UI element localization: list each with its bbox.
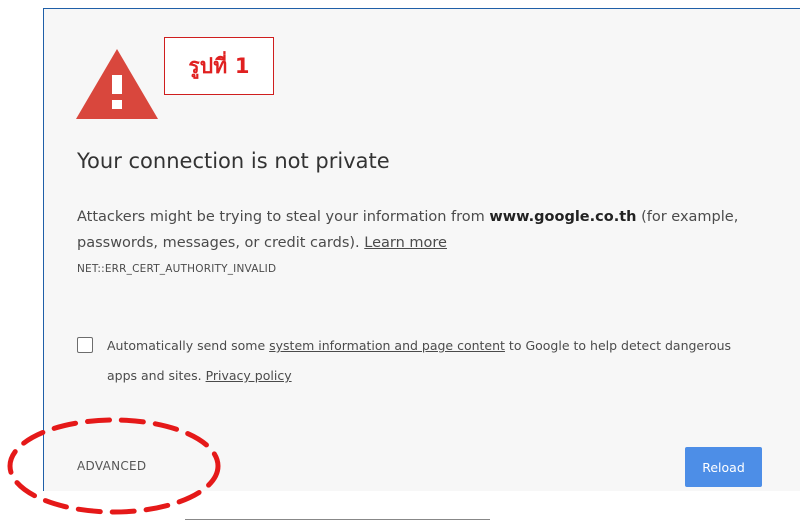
- page-title: Your connection is not private: [77, 149, 390, 173]
- reload-button[interactable]: Reload: [685, 447, 762, 487]
- interstitial-panel: รูปที่ 1 Your connection is not private …: [43, 8, 800, 491]
- learn-more-link[interactable]: Learn more: [364, 235, 447, 251]
- warning-triangle-icon: [76, 49, 158, 119]
- error-code: NET::ERR_CERT_AUTHORITY_INVALID: [77, 263, 277, 275]
- checkbox-prefix: Automatically send some: [107, 338, 270, 353]
- figure-label-box: รูปที่ 1: [164, 37, 274, 95]
- send-info-label: Automatically send some system informati…: [107, 331, 747, 391]
- description-prefix: Attackers might be trying to steal your …: [77, 209, 490, 225]
- error-description: Attackers might be trying to steal your …: [77, 204, 797, 256]
- host-name: www.google.co.th: [489, 209, 637, 225]
- figure-label: รูปที่ 1: [188, 53, 250, 78]
- system-info-link[interactable]: system information and page content: [269, 338, 505, 353]
- bottom-divider: [185, 519, 490, 520]
- send-info-checkbox[interactable]: [77, 337, 93, 353]
- privacy-policy-link[interactable]: Privacy policy: [206, 368, 292, 383]
- advanced-button[interactable]: ADVANCED: [77, 459, 146, 473]
